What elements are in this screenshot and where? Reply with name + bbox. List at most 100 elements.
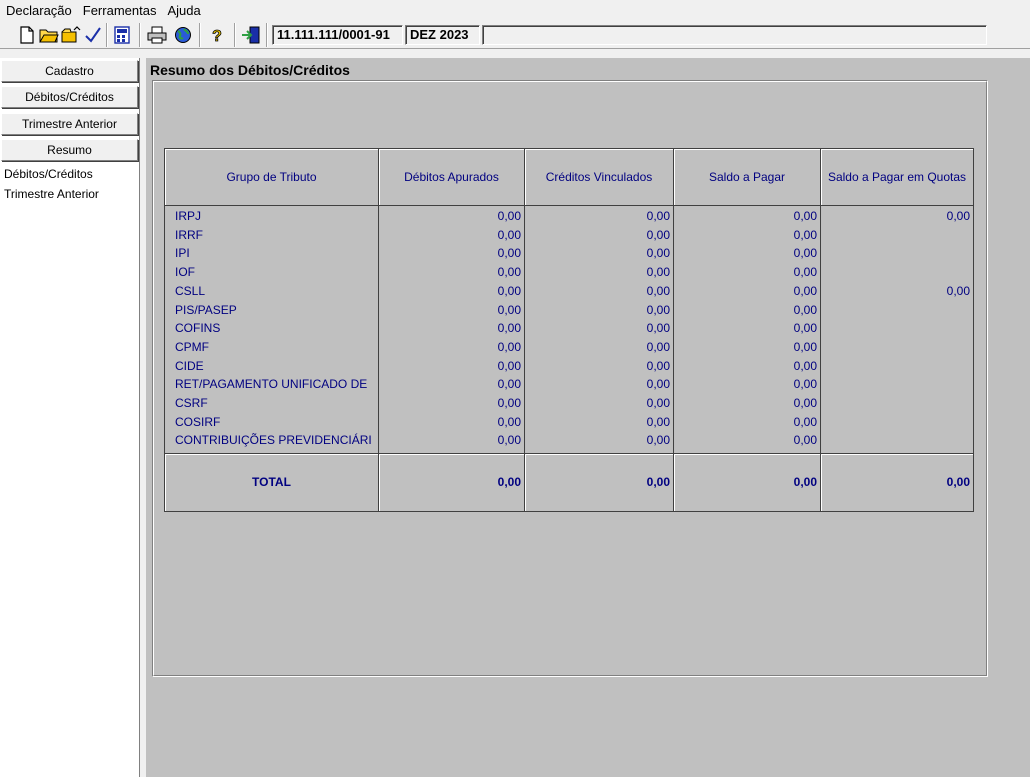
creditos-cell: 0,00 [646,321,670,336]
table-row[interactable]: CONTRIBUIÇÕES PREVIDENCIÁRI 0,00 0,00 0,00 [165,431,973,449]
saldo-cell: 0,00 [793,227,817,242]
nav-resumo-button[interactable]: Resumo [1,139,138,161]
table-row[interactable]: PIS/PASEP 0,00 0,00 0,00 [165,301,973,319]
quotas-cell: 0,00 [946,209,970,223]
header-debitos-apurados: Débitos Apurados [379,149,525,206]
creditos-cell: 0,00 [646,358,670,373]
table-row[interactable]: IOF 0,00 0,00 0,00 [165,263,973,281]
total-row: TOTAL 0,00 0,00 0,00 0,00 [165,453,973,511]
tributo-name-cell: CONTRIBUIÇÕES PREVIDENCIÁRI [175,433,372,448]
quotas-cell [821,226,973,244]
saldo-cell: 0,00 [793,433,817,448]
table-row[interactable]: COSIRF 0,00 0,00 0,00 [165,413,973,431]
help-icon[interactable]: ? [206,24,228,46]
header-saldo-quotas: Saldo a Pagar em Quotas [821,149,973,206]
debitos-cell: 0,00 [497,283,521,298]
debitos-cell: 0,00 [497,265,521,280]
creditos-cell: 0,00 [646,302,670,317]
creditos-cell: 0,00 [646,377,670,392]
debitos-cell: 0,00 [497,209,521,223]
summary-table: Grupo de Tributo Débitos Apurados Crédit… [164,148,974,512]
creditos-cell: 0,00 [646,339,670,354]
debitos-cell: 0,00 [497,302,521,317]
quotas-cell [821,357,973,375]
saldo-cell: 0,00 [793,414,817,429]
quotas-cell [821,319,973,337]
nav-sub-trimestre-anterior[interactable]: Trimestre Anterior [4,187,99,202]
saldo-cell: 0,00 [793,302,817,317]
toolbar: ? 11.111.111/0001-91 DEZ 2023 [0,20,1030,49]
globe-icon[interactable] [172,24,194,46]
total-debitos: 0,00 [379,454,525,511]
open-folder-icon[interactable] [38,24,60,46]
tributo-name-cell: CSRF [175,396,208,410]
toolbar-separator [106,23,108,47]
saldo-cell: 0,00 [793,246,817,261]
nav-cadastro-button[interactable]: Cadastro [1,60,138,82]
exit-icon[interactable] [240,24,262,46]
debitos-cell: 0,00 [497,414,521,429]
debitos-cell: 0,00 [497,358,521,373]
table-row[interactable]: COFINS 0,00 0,00 0,00 [165,319,973,337]
quotas-cell [821,338,973,356]
header-grupo-tributo: Grupo de Tributo [165,149,379,206]
quotas-cell [821,375,973,393]
tributo-name-cell: CSLL [175,283,206,298]
new-document-icon[interactable] [16,24,38,46]
menu-bar: Declaração Ferramentas Ajuda [0,0,1030,20]
tributo-name-cell: COSIRF [175,414,221,429]
table-row[interactable]: IPI 0,00 0,00 0,00 [165,244,973,262]
table-row[interactable]: CPMF 0,00 0,00 0,00 [165,338,973,356]
header-saldo-a-pagar: Saldo a Pagar [674,149,821,206]
quotas-cell [821,431,973,449]
menu-ferramentas[interactable]: Ferramentas [83,3,157,18]
menu-ajuda[interactable]: Ajuda [167,3,200,18]
menu-declaracao[interactable]: Declaração [6,3,72,18]
open-file-icon[interactable] [60,24,82,46]
total-label: TOTAL [165,454,379,511]
quotas-cell: 0,00 [946,283,970,298]
printer-icon[interactable] [146,24,168,46]
svg-text:?: ? [212,28,222,44]
quotas-cell [821,244,973,262]
table-row[interactable]: CSLL 0,00 0,00 0,00 0,00 [165,282,973,300]
saldo-cell: 0,00 [793,396,817,410]
header-creditos-vinculados: Créditos Vinculados [525,149,674,206]
tributo-name-cell: CPMF [175,339,209,354]
table-row[interactable]: CSRF 0,00 0,00 0,00 [165,394,973,412]
quotas-cell [821,301,973,319]
total-creditos: 0,00 [525,454,674,511]
main-area: Resumo dos Débitos/Créditos Grupo de Tri… [146,58,1030,777]
creditos-cell: 0,00 [646,433,670,448]
debitos-cell: 0,00 [497,339,521,354]
quotas-cell [821,394,973,412]
tributo-name-cell: COFINS [175,321,221,336]
creditos-cell: 0,00 [646,283,670,298]
debitos-cell: 0,00 [497,227,521,242]
tributo-name-cell: IPI [175,246,190,261]
page-title: Resumo dos Débitos/Créditos [150,62,350,78]
table-row[interactable]: RET/PAGAMENTO UNIFICADO DE 0,00 0,00 0,00 [165,375,973,393]
creditos-cell: 0,00 [646,396,670,410]
left-nav-panel: Cadastro Débitos/Créditos Trimestre Ante… [0,58,140,777]
nav-debitos-creditos-button[interactable]: Débitos/Créditos [1,86,138,108]
debitos-cell: 0,00 [497,377,521,392]
nav-sub-debitos-creditos[interactable]: Débitos/Créditos [4,167,93,182]
table-row[interactable]: IRPJ 0,00 0,00 0,00 0,00 [165,207,973,225]
saldo-cell: 0,00 [793,377,817,392]
calculator-icon[interactable] [111,24,133,46]
table-row[interactable]: IRRF 0,00 0,00 0,00 [165,226,973,244]
status-field [482,25,987,45]
tributo-name-cell: IRRF [175,227,203,242]
creditos-cell: 0,00 [646,209,670,223]
debitos-cell: 0,00 [497,246,521,261]
creditos-cell: 0,00 [646,414,670,429]
saldo-cell: 0,00 [793,321,817,336]
check-icon[interactable] [82,24,104,46]
creditos-cell: 0,00 [646,265,670,280]
tributo-name-cell: IOF [175,265,195,280]
table-row[interactable]: CIDE 0,00 0,00 0,00 [165,357,973,375]
nav-trimestre-anterior-button[interactable]: Trimestre Anterior [1,113,138,135]
toolbar-separator [266,23,268,47]
debitos-cell: 0,00 [497,321,521,336]
